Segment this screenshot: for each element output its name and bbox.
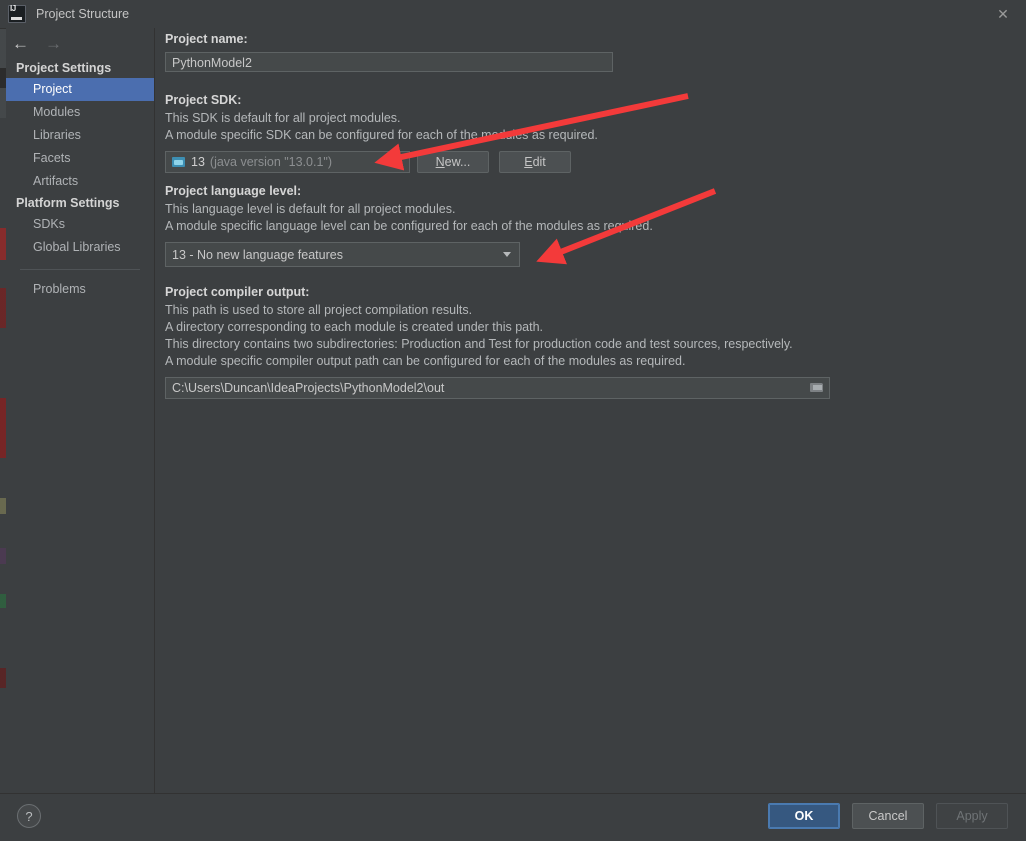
- sidebar-item-global-libraries[interactable]: Global Libraries: [6, 236, 154, 259]
- compiler-output-label: Project compiler output:: [165, 285, 310, 299]
- arrow-left-icon[interactable]: ←: [12, 35, 29, 52]
- new-sdk-button-mnemonic: N: [435, 155, 445, 169]
- project-sdk-selected-version: (java version "13.0.1"): [209, 155, 333, 169]
- window-title: Project Structure: [36, 7, 130, 21]
- language-level-selected: 13 - No new language features: [172, 247, 343, 262]
- ok-button[interactable]: OK: [768, 803, 840, 829]
- navigation-arrows: ← →: [6, 28, 154, 58]
- compiler-output-desc-4: A module specific compiler output path c…: [165, 354, 686, 368]
- sidebar-group-project-settings: Project Settings: [16, 61, 112, 75]
- edit-sdk-button-label: dit: [532, 155, 546, 169]
- sidebar-item-project[interactable]: Project: [6, 78, 154, 101]
- sidebar-item-problems[interactable]: Problems: [6, 278, 154, 301]
- dialog-button-group: OK Cancel Apply: [768, 803, 1008, 829]
- sidebar-item-facets[interactable]: Facets: [6, 147, 154, 170]
- main-content: Project name: PythonModel2 Project SDK: …: [155, 28, 1026, 793]
- sidebar-group-platform-settings: Platform Settings: [16, 196, 120, 210]
- dialog-footer: ? OK Cancel Apply: [0, 793, 1026, 841]
- project-name-label: Project name:: [165, 32, 248, 46]
- language-level-desc-2: A module specific language level can be …: [165, 219, 653, 233]
- compiler-output-desc-3: This directory contains two subdirectori…: [165, 337, 793, 351]
- sidebar-item-artifacts[interactable]: Artifacts: [6, 170, 154, 193]
- sdk-folder-icon: [172, 156, 186, 168]
- new-sdk-button[interactable]: New...: [417, 151, 489, 173]
- sidebar: ← → Project Settings Project Modules Lib…: [6, 28, 155, 793]
- close-icon[interactable]: ✕: [980, 0, 1026, 28]
- compiler-output-path-input[interactable]: C:\Users\Duncan\IdeaProjects\PythonModel…: [165, 377, 830, 399]
- apply-button: Apply: [936, 803, 1008, 829]
- sidebar-item-libraries[interactable]: Libraries: [6, 124, 154, 147]
- compiler-output-desc-2: A directory corresponding to each module…: [165, 320, 543, 334]
- project-sdk-selected-name: 13: [191, 155, 205, 169]
- intellij-idea-logo-icon: [8, 4, 26, 23]
- cancel-button[interactable]: Cancel: [852, 803, 924, 829]
- title-bar: Project Structure ✕: [0, 0, 1026, 29]
- help-question-icon[interactable]: ?: [17, 804, 41, 828]
- folder-browse-icon[interactable]: [810, 382, 825, 394]
- chevron-down-icon: [503, 252, 511, 257]
- project-sdk-label: Project SDK:: [165, 93, 242, 107]
- new-sdk-button-label: ew...: [444, 155, 471, 169]
- compiler-output-desc-1: This path is used to store all project c…: [165, 303, 473, 317]
- project-sdk-combobox[interactable]: 13 (java version "13.0.1"): [165, 151, 410, 173]
- sidebar-item-modules[interactable]: Modules: [6, 101, 154, 124]
- edit-sdk-button[interactable]: Edit: [499, 151, 571, 173]
- project-sdk-desc-2: A module specific SDK can be configured …: [165, 128, 598, 142]
- arrow-right-icon[interactable]: →: [45, 35, 62, 52]
- project-name-input[interactable]: PythonModel2: [165, 52, 613, 72]
- language-level-desc-1: This language level is default for all p…: [165, 202, 456, 216]
- compiler-output-path-value: C:\Users\Duncan\IdeaProjects\PythonModel…: [172, 381, 445, 395]
- project-sdk-desc-1: This SDK is default for all project modu…: [165, 111, 401, 125]
- edit-sdk-button-mnemonic: E: [524, 155, 533, 169]
- sidebar-divider: [20, 269, 140, 270]
- language-level-label: Project language level:: [165, 184, 302, 198]
- language-level-combobox[interactable]: 13 - No new language features: [165, 242, 520, 267]
- sidebar-item-sdks[interactable]: SDKs: [6, 213, 154, 236]
